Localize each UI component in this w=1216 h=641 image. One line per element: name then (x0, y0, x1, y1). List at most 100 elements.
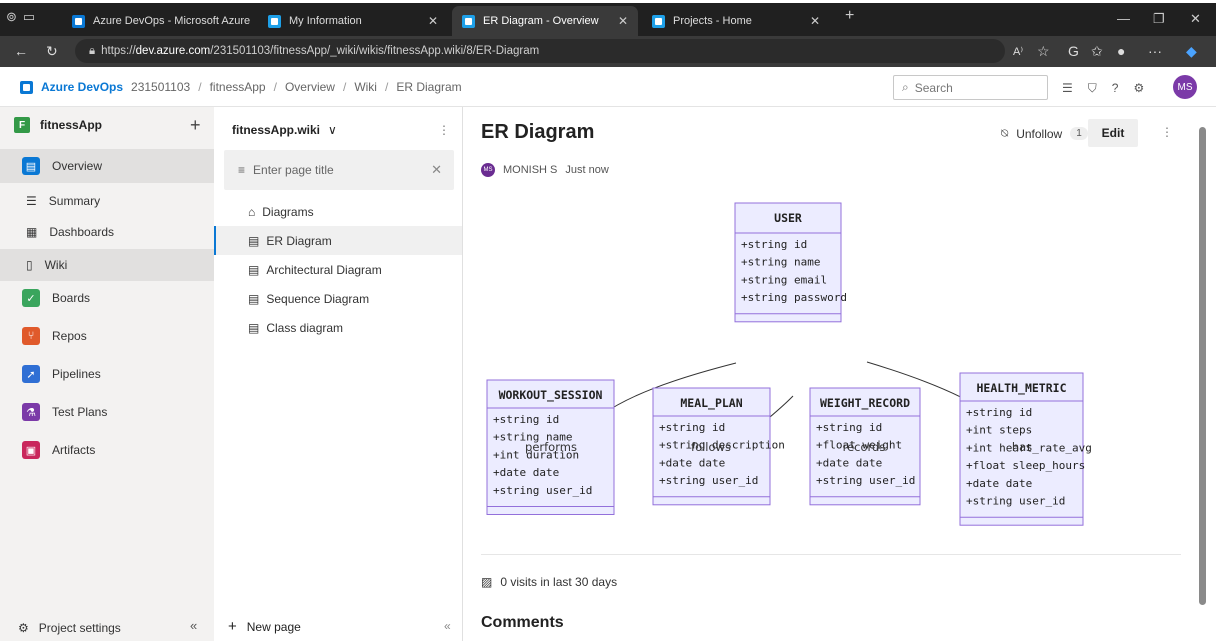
author-name[interactable]: MONISH S (503, 164, 557, 176)
relation-label: follows (691, 440, 731, 454)
relation-label: records (843, 440, 886, 454)
breadcrumb-wiki[interactable]: Wiki (354, 80, 377, 94)
restore-icon[interactable]: ❐ (1153, 11, 1165, 27)
read-aloud-icon[interactable]: A⁾ (1013, 45, 1023, 58)
wiki-page-label: Class diagram (266, 320, 344, 335)
wiki-page-diagrams[interactable]: ⌂ Diagrams (214, 197, 462, 226)
entity-field: +string id (741, 238, 807, 251)
unfollow-button[interactable]: ⍉ Unfollow 1 (1001, 126, 1088, 141)
page-author: MS MONISH S Just now (481, 163, 609, 177)
collapse-nav-icon[interactable]: « (190, 618, 197, 633)
er-diagram: USER +string id +string name +string email +… (486, 202, 1092, 526)
breadcrumb-separator: / (384, 80, 389, 94)
scrollbar-thumb[interactable] (1199, 127, 1206, 605)
browser-tab-active[interactable]: ER Diagram - Overview ✕ (452, 6, 638, 36)
divider (481, 554, 1181, 555)
collapse-tree-icon[interactable]: « (444, 619, 451, 633)
refresh-icon[interactable]: ↻ (46, 43, 58, 60)
nav-item-pipelines[interactable]: ➚ Pipelines (0, 357, 214, 391)
new-page-button[interactable]: + New page (228, 618, 301, 635)
org-link[interactable]: Azure DevOps (41, 80, 123, 94)
page-filter-input[interactable]: ≡ Enter page title ✕ (224, 150, 454, 190)
test-plans-icon: ⚗ (22, 403, 40, 421)
wiki-page-label: ER Diagram (266, 233, 332, 248)
profile-icon[interactable]: ● (1117, 43, 1125, 59)
wiki-more-icon[interactable]: ⋮ (438, 123, 450, 137)
marketplace-icon[interactable]: ⛉ (1088, 81, 1097, 96)
azure-devops-logo-icon[interactable] (20, 80, 33, 94)
nav-item-artifacts[interactable]: ▣ Artifacts (0, 433, 214, 467)
new-item-plus-icon[interactable]: + (190, 115, 201, 136)
minimize-icon[interactable]: — (1117, 11, 1130, 26)
wiki-page-sequence[interactable]: ▤ Sequence Diagram (214, 284, 462, 313)
nav-item-overview[interactable]: ▤ Overview (0, 149, 214, 183)
tab-title: My Information (289, 15, 362, 27)
nav-item-boards[interactable]: ✓ Boards (0, 281, 214, 315)
help-icon[interactable]: ? (1112, 81, 1119, 96)
edge-copilot-icon[interactable]: ◆ (1186, 43, 1197, 60)
breadcrumb-org[interactable]: 231501103 (131, 80, 190, 94)
wiki-page-er-diagram[interactable]: ▤ ER Diagram (214, 226, 462, 255)
close-tab-icon[interactable]: ✕ (428, 14, 438, 28)
favorite-star-icon[interactable]: ☆ (1037, 43, 1050, 60)
ado-header: Azure DevOps 231501103 / fitnessApp / Ov… (0, 67, 1216, 107)
breadcrumb-page[interactable]: ER Diagram (396, 80, 461, 94)
favorites-icon[interactable]: ✩ (1091, 43, 1103, 60)
content-scrollbar[interactable] (1199, 118, 1207, 633)
entity-field: +float sleep_hours (966, 459, 1085, 472)
entity-field: +string user_id (493, 484, 592, 497)
nav-label: Overview (52, 159, 103, 173)
entity-name: WEIGHT_RECORD (820, 396, 910, 411)
project-selector[interactable]: F fitnessApp (14, 117, 102, 133)
workspaces-icon[interactable]: ⊚ (6, 9, 17, 25)
azure-devops-icon (462, 14, 475, 28)
page-visits: ▨ 0 visits in last 30 days (481, 575, 617, 589)
wiki-selector[interactable]: fitnessApp.wiki ∨ (232, 123, 337, 137)
close-window-icon[interactable]: ✕ (1190, 11, 1201, 27)
nav-item-test-plans[interactable]: ⚗ Test Plans (0, 395, 214, 429)
nav-item-repos[interactable]: ⑂ Repos (0, 319, 214, 353)
avatar[interactable]: MS (1173, 75, 1197, 99)
azure-devops-icon (268, 14, 281, 28)
author-avatar: MS (481, 163, 495, 177)
nav-label: Wiki (44, 258, 68, 272)
wiki-page-class[interactable]: ▤ Class diagram (214, 313, 462, 342)
browser-tab-bar: ⊚ ▭ Azure DevOps - Microsoft Azure ✕ My … (0, 0, 1216, 36)
project-badge: F (14, 117, 30, 133)
more-icon[interactable]: ··· (1148, 43, 1162, 59)
browser-left-icons: ⊚ ▭ (6, 9, 35, 25)
back-icon[interactable]: ← (14, 43, 28, 59)
user-settings-icon[interactable]: ⚙ (1133, 81, 1144, 96)
arrowheads (549, 464, 1030, 488)
more-actions-icon[interactable]: ⋮ (1161, 125, 1173, 139)
browser-tab[interactable]: My Information ✕ (258, 6, 448, 36)
clear-filter-icon[interactable]: ✕ (431, 162, 442, 178)
wiki-page-architectural[interactable]: ▤ Architectural Diagram (214, 255, 462, 284)
nav-item-summary[interactable]: ☰ Summary (0, 186, 214, 216)
breadcrumb-separator: / (198, 80, 202, 94)
browser-tab[interactable]: Azure DevOps - Microsoft Azure ✕ (62, 6, 252, 36)
url-field[interactable]: 🔒︎ https://dev.azure.com/231501103/fitne… (75, 39, 1005, 63)
breadcrumb-overview[interactable]: Overview (285, 80, 335, 94)
task-list-icon[interactable]: ☰ (1062, 81, 1073, 96)
new-tab-button[interactable]: + (845, 7, 854, 25)
entity-field: +string id (816, 421, 882, 434)
unfollow-icon: ⍉ (1001, 126, 1009, 140)
entity-field: +string id (966, 406, 1032, 419)
entity-field: +date date (659, 456, 725, 469)
browser-tab[interactable]: Projects - Home ✕ (642, 6, 830, 36)
entity-field: +date date (493, 466, 559, 479)
close-tab-icon[interactable]: ✕ (810, 14, 820, 28)
edit-button[interactable]: Edit (1088, 119, 1138, 147)
project-settings-link[interactable]: ⚙ Project settings (18, 621, 121, 635)
breadcrumb-separator: / (273, 80, 277, 94)
breadcrumb-project[interactable]: fitnessApp (210, 80, 266, 94)
close-tab-icon[interactable]: ✕ (618, 14, 628, 28)
search-input[interactable]: ⌕ Search (893, 75, 1048, 100)
page-icon: ▤ (248, 233, 260, 248)
copilot-icon[interactable]: G (1068, 43, 1079, 59)
tab-actions-icon[interactable]: ▭ (23, 9, 35, 25)
tab-title: Azure DevOps - Microsoft Azure (93, 15, 251, 27)
nav-item-dashboards[interactable]: ▦ Dashboards (0, 217, 214, 247)
nav-item-wiki[interactable]: ▯ Wiki (0, 249, 214, 281)
